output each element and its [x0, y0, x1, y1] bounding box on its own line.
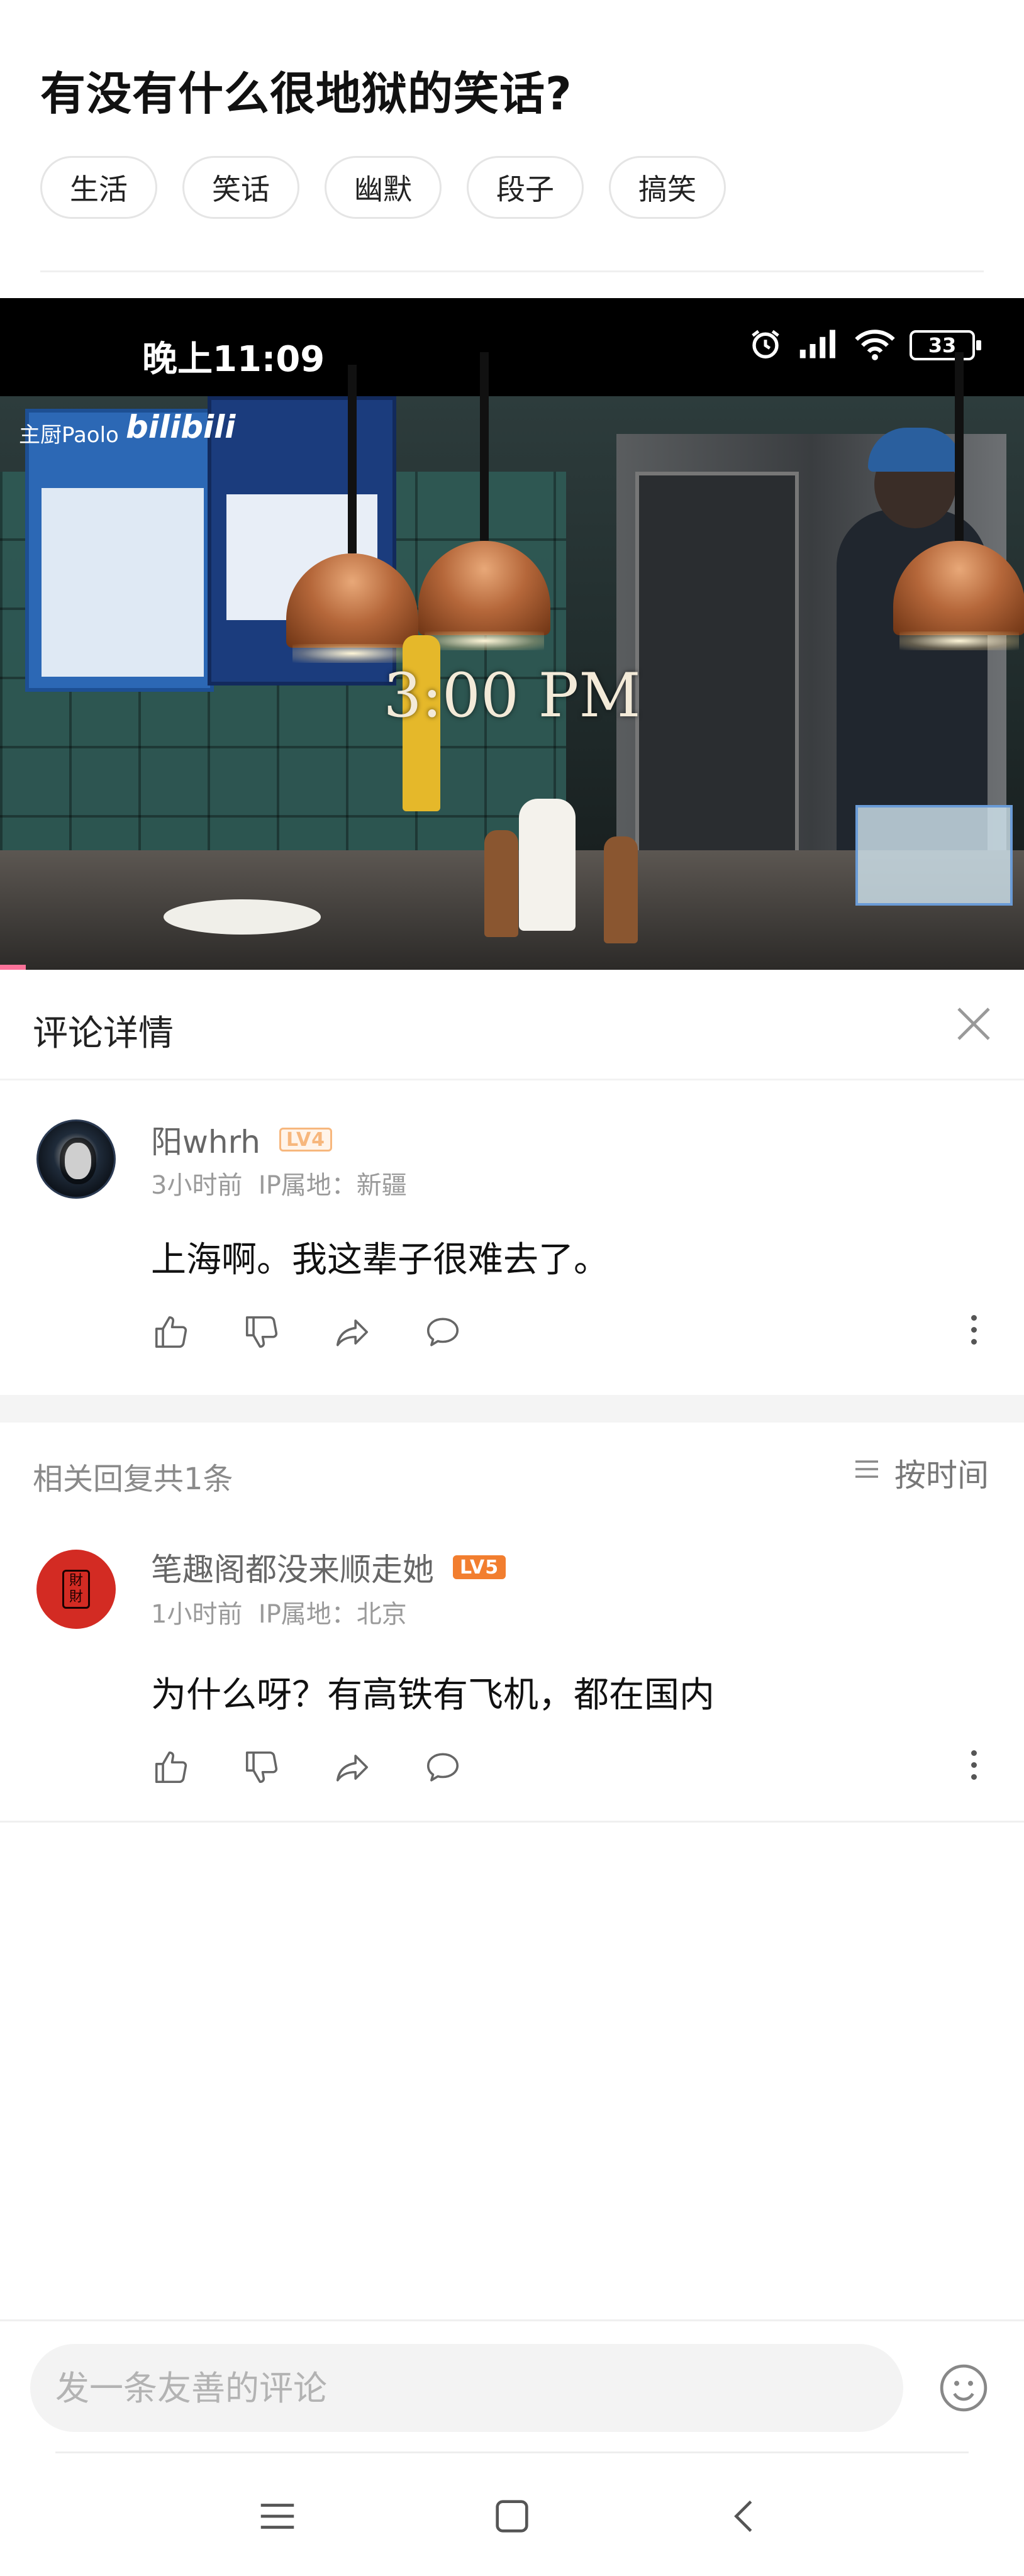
close-button[interactable] [951, 1002, 996, 1048]
share-button[interactable] [332, 1312, 372, 1352]
battery-icon: 33 [910, 330, 981, 360]
chevron-left-icon [734, 2501, 752, 2532]
main-comment: 阳whrh LV4 3小时前 IP属地：新疆 上海啊。我这辈子很难去了。 [0, 1080, 1024, 1395]
video-frame: 主厨Paolo bilibili 3:00 PM [0, 352, 1024, 970]
section-divider [0, 1395, 1024, 1423]
share-icon [336, 1755, 369, 1782]
video-progress [0, 965, 26, 970]
username[interactable]: 笔趣阁都没来顺走她 [151, 1545, 434, 1590]
tag-life[interactable]: 生活 [40, 156, 157, 219]
thumbs-up-icon [155, 1316, 187, 1348]
signal-icon [796, 327, 840, 364]
menu-icon [260, 2504, 294, 2529]
more-options-button[interactable] [961, 1740, 986, 1790]
video-time-overlay: 3:00 PM [383, 660, 641, 731]
avatar[interactable]: 財財 [36, 1550, 116, 1629]
more-options-button[interactable] [961, 1304, 986, 1355]
menu-lines-icon [852, 1454, 882, 1492]
emoji-icon [940, 2364, 988, 2412]
back-nav-button[interactable] [717, 2488, 774, 2545]
bilibili-logo: bilibili [126, 409, 236, 445]
comment-time: 3小时前 [151, 1171, 243, 1200]
share-button[interactable] [332, 1747, 372, 1787]
question-title[interactable]: 有没有什么很地狱的笑话? [40, 57, 572, 123]
comment-author[interactable]: 阳whrh LV4 [151, 1117, 333, 1162]
wall-poster [25, 409, 214, 692]
pepper-grinder [604, 836, 638, 943]
comment-input[interactable] [30, 2344, 903, 2432]
dislike-button[interactable] [242, 1312, 282, 1352]
sort-button[interactable]: 按时间 [852, 1450, 989, 1496]
detail-title: 评论详情 [33, 1013, 174, 1054]
phone-status-bar: 晚上11:09 33 [0, 298, 1024, 396]
plate [164, 899, 321, 935]
divider [55, 2451, 969, 2453]
comment-meta: 3小时前 IP属地：新疆 [151, 1165, 407, 1201]
tag-list: 生活 笑话 幽默 段子 搞笑 [40, 156, 726, 219]
comment-actions [151, 1747, 463, 1787]
pepper-grinder [484, 830, 518, 937]
divider [40, 270, 984, 272]
username[interactable]: 阳whrh [151, 1117, 260, 1162]
bottle [519, 799, 576, 931]
reply-button[interactable] [423, 1312, 463, 1352]
channel-logo: 主厨Paolo [19, 423, 119, 448]
avatar[interactable] [36, 1119, 116, 1199]
reply-comment: 財財 笔趣阁都没来顺走她 LV5 1小时前 IP属地：北京 为什么呀？有高铁有飞… [0, 1517, 1024, 1823]
replies-count: 相关回复共1条 [33, 1462, 233, 1497]
reply-button[interactable] [423, 1747, 463, 1787]
tag-funny[interactable]: 搞笑 [609, 156, 726, 219]
comment-bubble-icon [426, 1318, 459, 1346]
comment-text: 上海啊。我这辈子很难去了。 [151, 1240, 609, 1280]
page: 有没有什么很地狱的笑话? 生活 笑话 幽默 段子 搞笑 晚上11:09 33 主… [0, 0, 1024, 2576]
ip-location: IP属地：新疆 [258, 1171, 407, 1200]
comment-meta: 1小时前 IP属地：北京 [151, 1594, 407, 1630]
food-container [855, 805, 1013, 906]
thumbs-down-icon [245, 1751, 278, 1784]
system-nav-bar [0, 2455, 1024, 2576]
comment-author[interactable]: 笔趣阁都没来顺走她 LV5 [151, 1545, 506, 1590]
like-button[interactable] [151, 1312, 191, 1352]
comment-bubble-icon [426, 1753, 459, 1782]
home-nav-button[interactable] [484, 2488, 540, 2545]
status-icons: 33 [749, 327, 981, 364]
comment-actions [151, 1312, 463, 1352]
alarm-icon [749, 327, 782, 364]
tag-humor[interactable]: 幽默 [325, 156, 442, 219]
video-screenshot[interactable]: 晚上11:09 33 主厨Paolo bilibili 3:00 PM [0, 298, 1024, 970]
tag-joke[interactable]: 笑话 [182, 156, 299, 219]
share-icon [336, 1319, 369, 1346]
seal-icon: 財財 [62, 1570, 90, 1609]
thumbs-up-icon [155, 1751, 187, 1784]
wifi-icon [854, 327, 896, 364]
close-icon [954, 1004, 994, 1046]
emoji-button[interactable] [936, 2360, 991, 2416]
comment-time: 1小时前 [151, 1600, 243, 1629]
menu-nav-button[interactable] [249, 2488, 306, 2545]
home-square-icon [496, 2500, 528, 2533]
replies-header: 相关回复共1条 按时间 [0, 1423, 1024, 1517]
tag-bit[interactable]: 段子 [467, 156, 584, 219]
comment-text: 为什么呀？有高铁有飞机，都在国内 [151, 1675, 715, 1716]
ip-location: IP属地：北京 [258, 1600, 407, 1629]
thumbs-down-icon [245, 1316, 278, 1348]
like-button[interactable] [151, 1747, 191, 1787]
level-badge: LV4 [279, 1128, 333, 1152]
level-badge: LV5 [453, 1555, 506, 1579]
comment-detail-header: 评论详情 [0, 970, 1024, 1080]
dislike-button[interactable] [242, 1747, 282, 1787]
status-time: 晚上11:09 [142, 339, 325, 380]
sort-label: 按时间 [894, 1457, 989, 1494]
comment-input-bar [0, 2319, 1024, 2451]
